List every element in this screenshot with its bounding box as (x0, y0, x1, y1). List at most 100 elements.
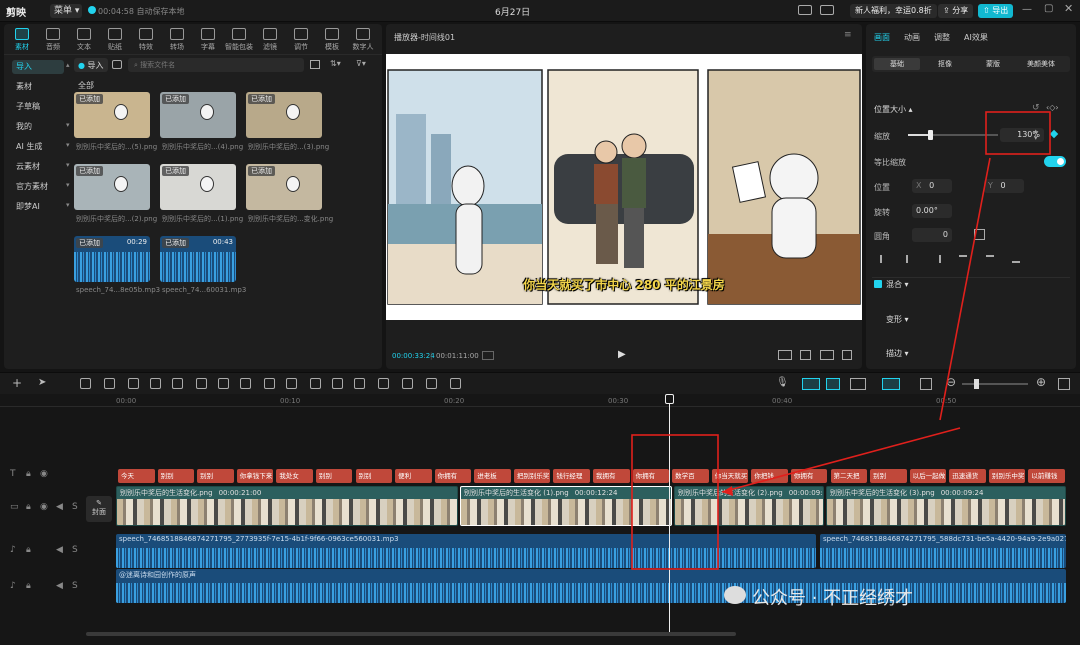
align-middle-icon[interactable] (985, 255, 994, 263)
chevron-down-icon[interactable]: ▾ (66, 181, 70, 189)
timecode-icon[interactable] (482, 351, 494, 360)
ai-tool3-icon[interactable] (450, 378, 461, 389)
inspector-subtab[interactable]: 抠像 (922, 58, 968, 70)
crop-tool-icon[interactable] (354, 378, 365, 389)
media-thumbnail[interactable]: 已添加 (74, 164, 150, 210)
snap-icon[interactable] (882, 378, 900, 390)
cover-button[interactable]: ✎ 封面 (86, 496, 112, 522)
maximize-icon[interactable]: ▢ (1044, 3, 1053, 14)
solo-icon[interactable]: S (72, 502, 78, 512)
smart-frame-icon[interactable] (378, 378, 389, 389)
split-right-icon[interactable] (172, 378, 183, 389)
player-menu-icon[interactable]: ≡ (844, 30, 852, 40)
promo-badge[interactable]: 新人福利，幸运0.8折 (850, 4, 937, 18)
keyframe-icon[interactable]: ‹◇› (1046, 103, 1059, 112)
caption-clip[interactable]: 你拥有 (434, 469, 472, 483)
caption-clip[interactable]: 别别 (355, 469, 393, 483)
zoom-slider[interactable] (962, 383, 1028, 385)
inspector-subtab[interactable]: 美颜美体 (1018, 58, 1064, 70)
preview-axis-icon[interactable] (850, 378, 866, 390)
video-clip[interactable]: 别别乐中奖后的生活变化 (2).png 00:00:09:08 (674, 486, 824, 526)
video-clip[interactable]: 别别乐中奖后的生活变化 (1).png 00:00:12:24 (460, 486, 672, 526)
category-tab[interactable]: 字幕 (194, 28, 222, 52)
select-tool-icon[interactable]: ➤ (38, 377, 46, 388)
chevron-down-icon[interactable]: ▴ (66, 61, 70, 69)
lock-icon[interactable]: 🔒︎ (26, 469, 31, 479)
quality-icon[interactable] (778, 350, 792, 360)
sidebar-item[interactable]: 云素材 (12, 160, 64, 174)
delete-icon[interactable] (196, 378, 207, 389)
sidebar-item[interactable]: 素材 (12, 80, 64, 94)
inspector-tab[interactable]: 画面 (874, 32, 890, 43)
ai-tool2-icon[interactable] (426, 378, 437, 389)
scale-keyframe-icon[interactable] (1049, 129, 1059, 139)
import-button[interactable]: ● 导入 (74, 58, 108, 72)
caption-clip[interactable]: 便利 (395, 469, 432, 483)
media-thumbnail[interactable]: 已添加 (246, 164, 322, 210)
inspector-tab[interactable]: AI效果 (964, 32, 988, 43)
grid-view-icon[interactable] (112, 60, 122, 69)
caption-clip[interactable]: 你当天就买 (711, 469, 749, 483)
category-tab[interactable]: 音频 (39, 28, 67, 52)
undo-icon[interactable] (80, 378, 91, 389)
chevron-down-icon[interactable]: ▾ (66, 121, 70, 129)
align-top-icon[interactable] (959, 255, 968, 263)
corner-mode-icon[interactable] (974, 229, 985, 240)
sidebar-item[interactable]: 子草稿 (12, 100, 64, 114)
split-icon[interactable] (128, 378, 139, 389)
rotate-icon[interactable] (332, 378, 343, 389)
category-tab[interactable]: 转场 (163, 28, 191, 52)
reverse-icon[interactable] (286, 378, 297, 389)
caption-clip[interactable]: 进老板 (474, 469, 511, 483)
category-tab[interactable]: 素材 (8, 28, 36, 52)
align-left-icon[interactable] (880, 255, 888, 263)
monitor-icon[interactable] (798, 5, 812, 15)
caption-clip[interactable]: 别别乐中奖 (988, 469, 1026, 483)
layout-icon[interactable] (820, 5, 834, 15)
align-bottom-icon[interactable] (1011, 255, 1020, 263)
ai-tool-icon[interactable] (402, 378, 413, 389)
reset-icon[interactable]: ↺ (1032, 103, 1040, 113)
caption-clip[interactable]: 别别 (157, 469, 195, 483)
export-button[interactable]: ⇧ 导出 (978, 4, 1014, 18)
inspector-subtab[interactable]: 基础 (874, 58, 920, 70)
ratio-icon[interactable] (820, 350, 834, 360)
play-icon[interactable]: ▶ (618, 349, 626, 360)
media-thumbnail[interactable]: 已添加 (160, 92, 236, 138)
redo-icon[interactable] (104, 378, 115, 389)
caption-clip[interactable]: 你拿钱下来 (236, 469, 274, 483)
caption-clip[interactable]: 数学百 (672, 469, 709, 483)
chevron-down-icon[interactable]: ▾ (66, 201, 70, 209)
view-icon[interactable] (310, 60, 320, 69)
microphone-icon[interactable]: 🎙 (776, 377, 789, 388)
category-tab[interactable]: 文本 (70, 28, 98, 52)
media-thumbnail[interactable]: 00:29 已添加 (74, 236, 150, 282)
category-tab[interactable]: 滤镜 (256, 28, 284, 52)
caption-clip[interactable]: 别别 (315, 469, 353, 483)
audio-clip[interactable]: speech_7468518846874271795_2773935f-7e15… (116, 534, 816, 568)
caption-clip[interactable]: 你拥有 (790, 469, 828, 483)
caption-clip[interactable]: 我拥有 (593, 469, 630, 483)
chevron-down-icon[interactable]: ▾ (66, 141, 70, 149)
uniform-scale-toggle[interactable] (1044, 156, 1066, 167)
caption-clip[interactable]: 你把钱 (751, 469, 788, 483)
lock-icon[interactable]: 🔒︎ (26, 502, 31, 512)
caption-clip[interactable]: 第二天把 (830, 469, 868, 483)
magnet-icon[interactable] (802, 378, 820, 390)
sidebar-item[interactable]: 导入 (12, 60, 64, 74)
inspector-tab[interactable]: 动画 (904, 32, 920, 43)
video-canvas[interactable]: 你当天就买了市中心 280 平的江景房 (386, 54, 862, 320)
link-icon[interactable] (826, 378, 840, 390)
zoom-in-icon[interactable]: ⊕ (1036, 375, 1046, 389)
horizontal-scrollbar[interactable] (86, 632, 736, 636)
add-icon[interactable]: + (12, 376, 22, 390)
solo-icon[interactable]: S (72, 581, 78, 591)
caption-clip[interactable]: 我处女 (276, 469, 313, 483)
split-left-icon[interactable] (150, 378, 161, 389)
filter-icon[interactable]: ⊽▾ (356, 59, 366, 68)
align-center-icon[interactable] (906, 255, 914, 263)
scale-slider-thumb[interactable] (928, 130, 933, 140)
category-tab[interactable]: 数字人 (349, 28, 377, 52)
media-thumbnail[interactable]: 00:43 已添加 (160, 236, 236, 282)
search-input[interactable]: ⌕ 搜索文件名 (128, 58, 304, 72)
